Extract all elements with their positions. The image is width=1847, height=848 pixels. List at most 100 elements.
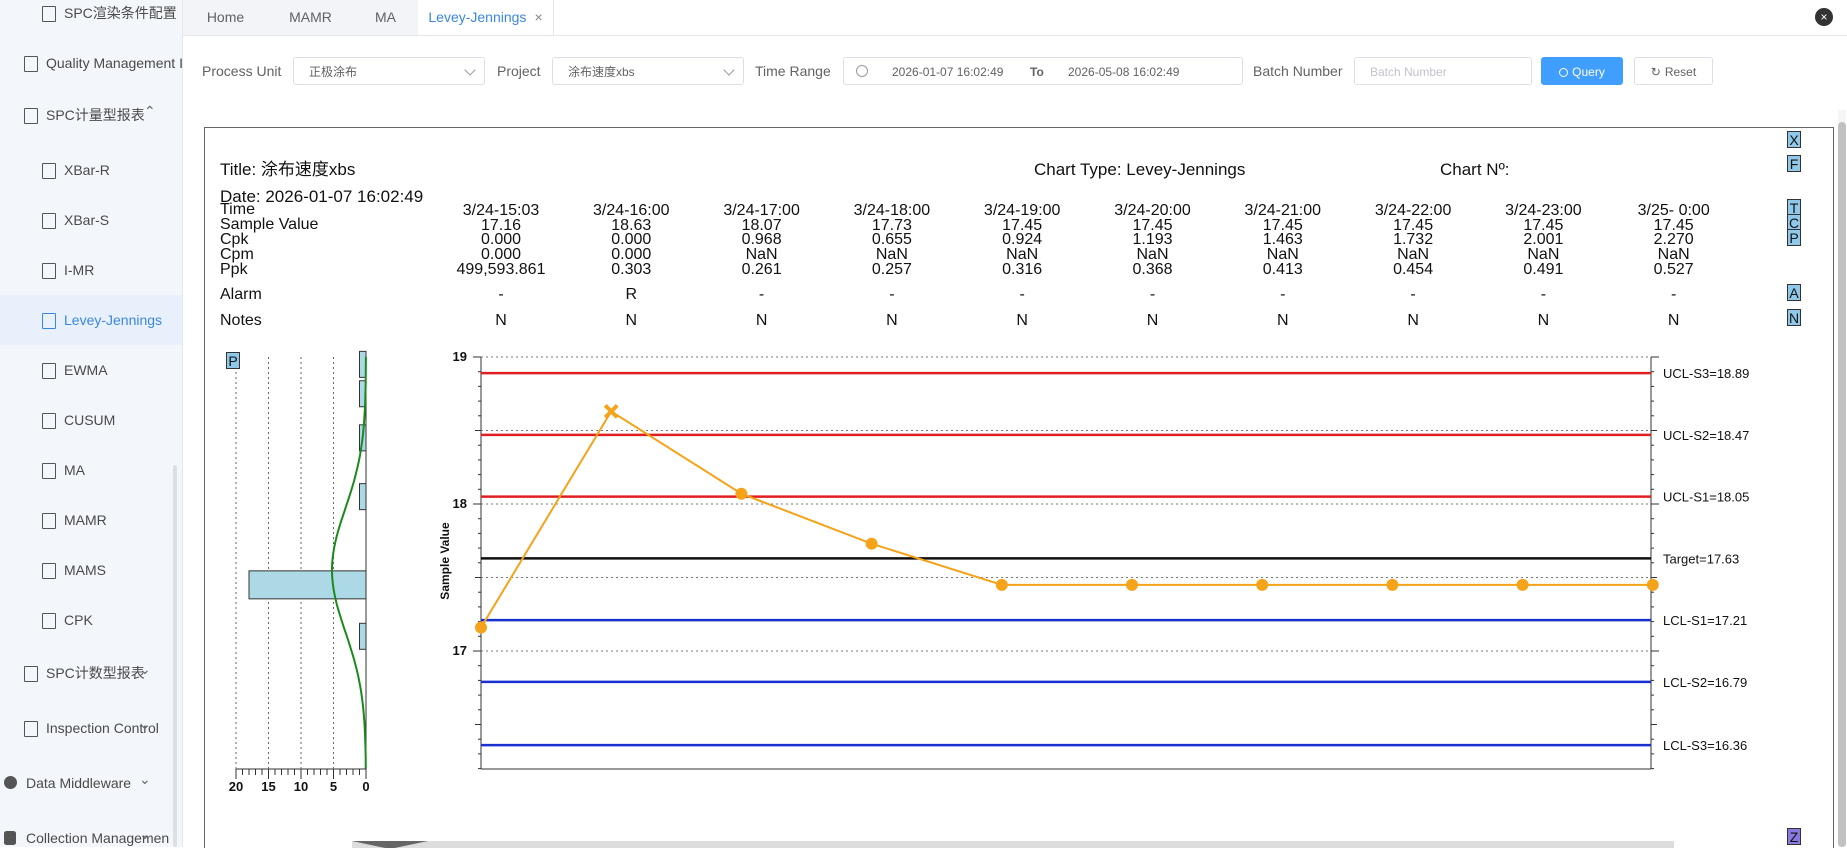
data-point[interactable] (1126, 578, 1138, 591)
table-cell-alarm: - (1019, 286, 1025, 303)
table-cell-ppk: 499,593.861 (456, 261, 546, 278)
sidebar-item[interactable]: XBar-R (0, 145, 182, 195)
close-tab-icon[interactable]: × (534, 9, 542, 25)
file-icon (24, 666, 38, 682)
data-point[interactable] (1256, 578, 1269, 591)
query-button[interactable]: Query (1541, 57, 1623, 85)
table-cell-note: N (1146, 312, 1159, 329)
chevron-down-icon[interactable]: ⌄ (139, 716, 151, 733)
side-button-n[interactable]: N (1787, 309, 1801, 326)
reset-button-label: Reset (1664, 65, 1697, 79)
sidebar-item[interactable]: MAMS (0, 545, 182, 595)
page-scrollbar-thumb[interactable] (1838, 122, 1846, 847)
sidebar-item-label: CUSUM (64, 412, 116, 428)
chevron-down-icon[interactable]: ⌄ (139, 661, 151, 678)
tab-home[interactable]: Home (183, 0, 269, 35)
table-cell-cpm: NaN (1266, 246, 1299, 263)
time-range-picker[interactable]: 2026-01-07 16:02:49 To 2026-05-08 16:02:… (843, 57, 1243, 85)
sidebar-item[interactable]: SPC计数型报表 ⌄ (0, 648, 182, 698)
sidebar-item[interactable]: EWMA (0, 345, 182, 395)
tab-ma[interactable]: MA (353, 0, 419, 35)
table-cell-cpk: 2.270 (1653, 231, 1694, 248)
sidebar-item[interactable]: MA (0, 445, 182, 495)
table-cell-cpk: 1.463 (1262, 231, 1303, 248)
alarm-point[interactable] (603, 403, 619, 419)
side-button-a[interactable]: A (1787, 284, 1801, 301)
project-select[interactable]: 涂布速度xbs (552, 57, 744, 85)
table-cell-cpm: NaN (1527, 246, 1560, 263)
file-icon (42, 313, 56, 329)
table-cell-cpk: 0.655 (871, 231, 912, 248)
refresh-icon: ↻ (1650, 65, 1661, 79)
sidebar-item[interactable]: Levey-Jennings (0, 295, 182, 345)
sidebar-item[interactable]: Data Middleware ⌄ (0, 758, 182, 808)
chevron-down-icon[interactable]: ⌄ (139, 826, 151, 843)
sidebar-item-label: SPC渲染条件配置 (64, 5, 177, 21)
data-point[interactable] (1646, 578, 1659, 591)
report-chart-number: Chart Nº: (1440, 160, 1510, 179)
data-point[interactable] (735, 487, 748, 500)
chevron-down-icon[interactable]: ⌄ (139, 771, 151, 788)
batch-number-placeholder: Batch Number (1370, 65, 1447, 79)
table-cell-note: N (1407, 312, 1419, 329)
histogram-bar (359, 622, 367, 650)
sidebar-item[interactable]: MAMR (0, 495, 182, 545)
tab-mamr[interactable]: MAMR (268, 0, 354, 35)
table-cell-alarm: - (1410, 286, 1416, 303)
table-cell-alarm: - (1540, 286, 1547, 303)
time-end-value[interactable]: 2026-05-08 16:02:49 (1068, 58, 1179, 86)
sidebar-item[interactable]: XBar-S (0, 195, 182, 245)
sidebar-item[interactable]: Quality Management I (0, 38, 182, 88)
data-point[interactable] (475, 621, 487, 634)
sidebar-item[interactable]: SPC计量型报表 ⌃ (0, 90, 182, 140)
table-cell-cpk: 2.001 (1523, 231, 1564, 248)
sidebar-item[interactable]: Inspection Control ⌄ (0, 703, 182, 753)
side-button-p[interactable]: P (1787, 229, 1801, 246)
batch-number-input[interactable]: Batch Number (1354, 57, 1532, 85)
time-range-label: Time Range (755, 63, 831, 79)
side-button-f[interactable]: F (1787, 155, 1801, 172)
sidebar-item-label: SPC计数型报表 (46, 665, 145, 681)
row-label: Alarm (220, 286, 262, 303)
report-panel: Title: 涂布速度xbs Chart Type: Levey-Jenning… (204, 127, 1834, 848)
table-cell-cpm: NaN (1657, 246, 1690, 263)
levey-jennings-chart: 17 18 19 Sample Value UCL-S3=18.89 UCL-S2=18.… (438, 349, 1749, 770)
file-icon (42, 363, 56, 379)
table-cell-ppk: 0.257 (871, 261, 912, 278)
table-cell-note: N (1667, 312, 1680, 329)
sidebar-item-label: XBar-R (64, 162, 110, 178)
sidebar-item[interactable]: I-MR (0, 245, 182, 295)
sidebar-item[interactable]: CUSUM (0, 395, 182, 445)
hist-tick-label: 10 (294, 779, 308, 794)
clock-icon (856, 65, 868, 77)
page-scrollbar[interactable] (1838, 110, 1846, 847)
control-limit-label: Target=17.63 (1663, 551, 1739, 566)
table-cell-cpm: NaN (745, 246, 778, 263)
side-button-z[interactable]: Z (1787, 828, 1801, 845)
row-label: Notes (220, 312, 262, 329)
table-cell-note: N (625, 312, 638, 329)
histogram-p-button[interactable]: P (226, 352, 240, 369)
sidebar-item-label: MAMR (64, 512, 107, 528)
y-tick-label: 19 (453, 349, 467, 364)
sidebar-item-label: I-MR (64, 262, 95, 278)
data-point[interactable] (995, 578, 1008, 591)
reset-button[interactable]: ↻ Reset (1634, 57, 1713, 85)
tab-levey-jennings[interactable]: Levey-Jennings × (418, 0, 554, 35)
table-cell-time: 3/24-18:00 (853, 202, 931, 219)
time-start-value[interactable]: 2026-01-07 16:02:49 (892, 58, 1003, 86)
sidebar-item[interactable]: SPC渲染条件配置 (0, 0, 182, 38)
report-title: Title: 涂布速度xbs (220, 160, 356, 179)
close-all-tabs-icon[interactable]: × (1815, 8, 1833, 26)
table-cell-time: 3/24-16:00 (593, 202, 670, 219)
data-point[interactable] (865, 537, 878, 550)
sidebar-item[interactable]: CPK (0, 595, 182, 645)
process-unit-select[interactable]: 正极涂布 (293, 57, 485, 85)
sidebar-item[interactable]: Collection Managemen ⌄ (0, 813, 182, 847)
data-point[interactable] (1516, 578, 1529, 591)
side-button-x[interactable]: X (1787, 131, 1801, 148)
data-point[interactable] (1386, 578, 1399, 591)
table-cell-alarm: - (498, 286, 504, 303)
table-cell-note: N (755, 312, 768, 329)
chevron-up-icon[interactable]: ⌃ (144, 103, 156, 120)
